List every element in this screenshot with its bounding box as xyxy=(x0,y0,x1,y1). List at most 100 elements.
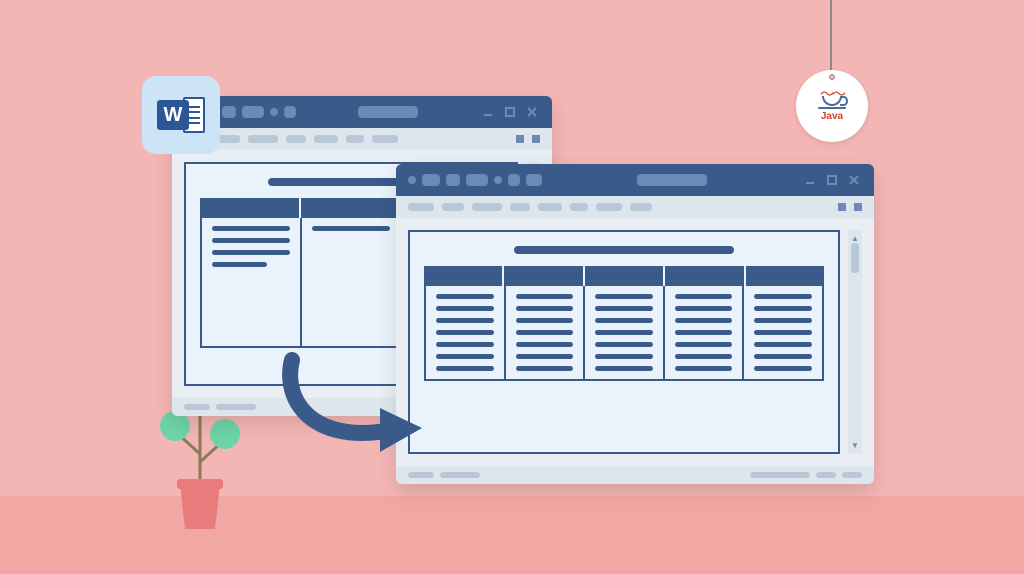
status-item xyxy=(750,472,810,478)
cell-content xyxy=(212,262,267,267)
cell-content xyxy=(516,318,574,323)
target-table xyxy=(424,266,824,381)
ribbon-tab[interactable] xyxy=(346,135,364,143)
status-item xyxy=(184,404,210,410)
tag-hole xyxy=(829,74,835,80)
table-column xyxy=(302,218,402,346)
cell-content xyxy=(595,366,653,371)
cell-content xyxy=(595,294,653,299)
ribbon-tab[interactable] xyxy=(630,203,652,211)
ribbon-bar xyxy=(172,128,552,150)
cell-content xyxy=(754,366,812,371)
ribbon-tab[interactable] xyxy=(248,135,278,143)
ribbon-button[interactable] xyxy=(516,135,524,143)
titlebar-dot xyxy=(408,176,416,184)
titlebar-title xyxy=(637,174,707,186)
document-title-placeholder xyxy=(514,246,734,254)
titlebar-item xyxy=(284,106,296,118)
vertical-scrollbar[interactable]: ▲ ▼ xyxy=(848,230,862,454)
status-item xyxy=(440,472,480,478)
transform-arrow-icon xyxy=(272,350,442,470)
ribbon-tab[interactable] xyxy=(510,203,530,211)
cell-content xyxy=(675,330,733,335)
titlebar-dot xyxy=(494,176,502,184)
table-header-cell xyxy=(665,266,745,286)
java-label: Java xyxy=(821,111,843,122)
ribbon-tab[interactable] xyxy=(314,135,338,143)
word-letter: W xyxy=(157,100,189,130)
table-header-cell xyxy=(746,266,824,286)
ribbon-button[interactable] xyxy=(854,203,862,211)
table-column xyxy=(202,218,302,346)
cell-content xyxy=(212,250,290,255)
cell-content xyxy=(436,366,494,371)
ribbon-tab[interactable] xyxy=(408,203,434,211)
word-app-badge: W xyxy=(142,76,220,154)
java-saucer-icon xyxy=(818,107,846,109)
ribbon-tab[interactable] xyxy=(442,203,464,211)
status-item xyxy=(216,404,256,410)
titlebar-title xyxy=(358,106,418,118)
status-item xyxy=(842,472,862,478)
close-button[interactable] xyxy=(846,173,862,187)
table-header-cell xyxy=(424,266,504,286)
cell-content xyxy=(675,354,733,359)
ribbon-tab[interactable] xyxy=(218,135,240,143)
maximize-button[interactable] xyxy=(824,173,840,187)
cell-content xyxy=(675,366,733,371)
cell-content xyxy=(212,238,290,243)
document-page xyxy=(408,230,840,454)
cell-content xyxy=(675,318,733,323)
table-column xyxy=(744,286,822,379)
cell-content xyxy=(312,226,390,231)
titlebar xyxy=(396,164,874,196)
status-item xyxy=(816,472,836,478)
close-button[interactable] xyxy=(524,105,540,119)
cell-content xyxy=(436,318,494,323)
cell-content xyxy=(675,294,733,299)
ribbon-tab[interactable] xyxy=(596,203,622,211)
minimize-button[interactable] xyxy=(480,105,496,119)
cell-content xyxy=(436,342,494,347)
scroll-down-icon[interactable]: ▼ xyxy=(851,441,859,450)
ribbon-button[interactable] xyxy=(532,135,540,143)
word-icon: W xyxy=(157,97,205,133)
ribbon-tab[interactable] xyxy=(570,203,588,211)
scroll-thumb[interactable] xyxy=(851,243,859,273)
cell-content xyxy=(754,318,812,323)
cell-content xyxy=(516,294,574,299)
table-header-cell xyxy=(301,198,402,218)
titlebar-item xyxy=(526,174,542,186)
ribbon-tab[interactable] xyxy=(286,135,306,143)
cell-content xyxy=(516,354,574,359)
cell-content xyxy=(754,306,812,311)
ribbon-tab[interactable] xyxy=(372,135,398,143)
cell-content xyxy=(436,306,494,311)
titlebar-dot xyxy=(270,108,278,116)
scroll-up-icon[interactable]: ▲ xyxy=(851,234,859,243)
maximize-button[interactable] xyxy=(502,105,518,119)
cell-content xyxy=(595,354,653,359)
table-column xyxy=(585,286,665,379)
table-column xyxy=(665,286,745,379)
status-item xyxy=(408,472,434,478)
ribbon-tab[interactable] xyxy=(538,203,562,211)
cell-content xyxy=(754,330,812,335)
table-header-row xyxy=(424,266,824,286)
cell-content xyxy=(436,330,494,335)
table-header-cell xyxy=(200,198,301,218)
status-bar xyxy=(396,466,874,484)
titlebar xyxy=(172,96,552,128)
table-header-cell xyxy=(504,266,584,286)
cell-content xyxy=(516,306,574,311)
titlebar-item xyxy=(508,174,520,186)
cell-content xyxy=(595,318,653,323)
titlebar-item xyxy=(446,174,460,186)
ribbon-bar xyxy=(396,196,874,218)
java-tag: 〜〜 Java xyxy=(796,70,868,142)
minimize-button[interactable] xyxy=(802,173,818,187)
ribbon-button[interactable] xyxy=(838,203,846,211)
ribbon-tab[interactable] xyxy=(472,203,502,211)
cell-content xyxy=(212,226,290,231)
table-column xyxy=(506,286,586,379)
